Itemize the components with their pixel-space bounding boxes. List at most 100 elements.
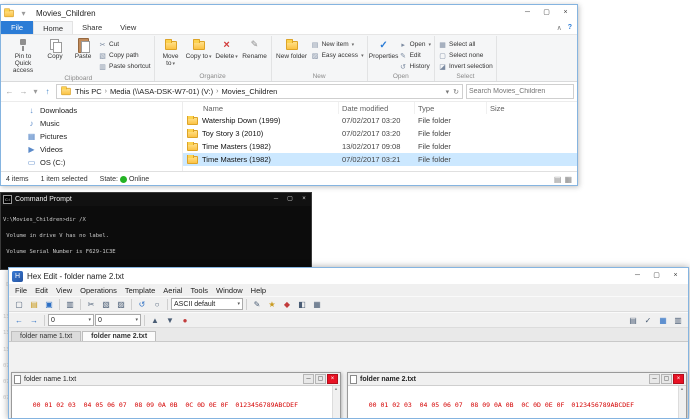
print-icon[interactable]: ▥ (63, 298, 77, 311)
up-icon[interactable]: ↑ (42, 87, 53, 96)
find-icon[interactable]: ○ (150, 298, 164, 311)
recent-locations-dropdown-icon[interactable]: ▾ (32, 87, 39, 96)
hexedit-titlebar[interactable]: H Hex Edit - folder name 2.txt ─ ▢ × (9, 268, 688, 284)
decimal-offset-field[interactable]: 0 ▾ (95, 314, 141, 326)
copy-to-button[interactable]: Copy to▾ (186, 36, 212, 61)
column-header-type[interactable]: Type (415, 102, 487, 114)
tab-view[interactable]: View (111, 21, 145, 34)
delete-button[interactable]: × Delete▾ (214, 36, 240, 61)
undo-icon[interactable]: ↺ (135, 298, 149, 311)
history-button[interactable]: ↺ History (399, 62, 431, 71)
details-view-button[interactable]: ▤ (554, 175, 562, 184)
tab-home[interactable]: Home (33, 21, 74, 34)
child-close-button[interactable]: × (673, 374, 684, 384)
properties-button[interactable]: ✓ Properties (369, 36, 399, 61)
sidebar-item-videos[interactable]: ▶ Videos (1, 143, 182, 156)
menu-operations[interactable]: Operations (76, 286, 121, 295)
hex-editor-area[interactable]: 00 01 02 03 04 05 06 07 08 09 0A 0B 0C 0… (348, 386, 686, 418)
pin-to-quick-access-button[interactable]: Pin to Quick access (6, 36, 40, 74)
rename-button[interactable]: ✎ Rename (242, 36, 268, 60)
cut-button[interactable]: ✂ Cut (98, 40, 151, 49)
minimize-button[interactable]: ─ (269, 193, 283, 206)
close-button[interactable]: × (556, 6, 575, 20)
breadcrumb-item-this-pc[interactable]: This PC (75, 87, 102, 96)
file-row-selected[interactable]: Time Masters (1982) 07/02/2017 03:21 Fil… (183, 153, 577, 166)
document-tab-2[interactable]: folder name 2.txt (82, 331, 157, 341)
charset-select[interactable]: ASCII default ▾ (171, 298, 243, 310)
menu-tools[interactable]: Tools (186, 286, 212, 295)
close-button[interactable]: × (666, 269, 685, 283)
select-all-button[interactable]: ▦ Select all (438, 40, 493, 49)
easy-access-button[interactable]: ▨ Easy access ▾ (311, 51, 364, 60)
nav-back-icon[interactable]: ← (12, 314, 26, 327)
move-to-button[interactable]: Move to▾ (158, 36, 184, 68)
file-row[interactable]: Watership Down (1999) 07/02/2017 03:20 F… (183, 114, 577, 127)
menu-edit[interactable]: Edit (31, 286, 52, 295)
child-titlebar[interactable]: folder name 2.txt ─ ▢ × (348, 373, 686, 386)
child-close-button[interactable]: × (327, 374, 338, 384)
hex-editor-area[interactable]: 00 01 02 03 04 05 06 07 08 09 0A 0B 0C 0… (12, 386, 340, 418)
scrollbar[interactable] (332, 386, 340, 418)
minimize-button[interactable]: ─ (518, 6, 537, 20)
help-icon[interactable]: ? (568, 24, 572, 31)
sidebar-item-os-c[interactable]: ▭ OS (C:) (1, 156, 182, 169)
file-row[interactable]: Toy Story 3 (2010) 07/02/2017 03:20 File… (183, 127, 577, 140)
bookmark-prev-icon[interactable]: ▲ (148, 314, 162, 327)
menu-view[interactable]: View (52, 286, 76, 295)
document-tab-1[interactable]: folder name 1.txt (11, 331, 82, 341)
back-icon[interactable]: ← (4, 87, 15, 96)
grid-view-icon[interactable]: ▦ (310, 298, 324, 311)
file-tab[interactable]: File (1, 21, 34, 34)
column-header-date-modified[interactable]: Date modified (339, 102, 415, 114)
maximize-button[interactable]: ▢ (283, 193, 297, 206)
child-maximize-button[interactable]: ▢ (315, 374, 326, 384)
new-folder-button[interactable]: New folder (275, 36, 309, 60)
paste-shortcut-button[interactable]: ▥ Paste shortcut (98, 62, 150, 71)
menu-template[interactable]: Template (121, 286, 159, 295)
child-maximize-button[interactable]: ▢ (661, 374, 672, 384)
column-header-name[interactable]: Name (183, 102, 339, 114)
column-header-size[interactable]: Size (487, 102, 577, 114)
child-titlebar[interactable]: folder name 1.txt ─ ▢ × (12, 373, 340, 386)
paste-button[interactable]: Paste (70, 36, 96, 60)
child-minimize-button[interactable]: ─ (649, 374, 660, 384)
tab-share[interactable]: Share (73, 21, 111, 34)
menu-aerial[interactable]: Aerial (159, 286, 186, 295)
select-none-button[interactable]: ▢ Select none (438, 51, 493, 60)
maximize-button[interactable]: ▢ (537, 6, 556, 20)
sidebar-item-downloads[interactable]: ↓ Downloads (1, 104, 182, 117)
search-input[interactable] (469, 88, 571, 95)
edit-button[interactable]: ✎ Edit (399, 51, 431, 60)
sidebar-item-pictures[interactable]: ▦ Pictures (1, 130, 182, 143)
quick-access-dropdown-icon[interactable]: ▾ (18, 9, 29, 18)
minimize-button[interactable]: ─ (628, 269, 647, 283)
menu-file[interactable]: File (11, 286, 31, 295)
file-row[interactable]: Time Masters (1982) 13/02/2017 09:08 Fil… (183, 140, 577, 153)
cmd-titlebar[interactable]: C:\ Command Prompt ─ ▢ × (1, 193, 311, 206)
open-button[interactable]: ▸ Open ▾ (399, 40, 431, 49)
menu-help[interactable]: Help (247, 286, 270, 295)
new-file-icon[interactable]: ▢ (12, 298, 26, 311)
compare-icon[interactable]: ▤ (626, 314, 640, 327)
split-view-icon[interactable]: ◧ (295, 298, 309, 311)
forward-icon[interactable]: → (18, 87, 29, 96)
menu-window[interactable]: Window (212, 286, 247, 295)
properties-icon[interactable]: ▥ (671, 314, 685, 327)
bookmark-next-icon[interactable]: ▼ (163, 314, 177, 327)
checksum-icon[interactable]: ✓ (641, 314, 655, 327)
maximize-button[interactable]: ▢ (647, 269, 666, 283)
copy-button[interactable]: Copy (42, 36, 68, 60)
explorer-titlebar[interactable]: ▾ Movies_Children ─ ▢ × (1, 5, 577, 21)
open-file-icon[interactable]: ▤ (27, 298, 41, 311)
paste-icon[interactable]: ▨ (114, 298, 128, 311)
sidebar-item-music[interactable]: ♪ Music (1, 117, 182, 130)
search-box[interactable] (466, 84, 574, 99)
copy-path-button[interactable]: ▧ Copy path (98, 51, 151, 60)
copy-icon[interactable]: ▧ (99, 298, 113, 311)
nav-forward-icon[interactable]: → (27, 314, 41, 327)
breadcrumb-item-drive[interactable]: Media (\\ASA-DSK-W7-01) (V:) (110, 87, 213, 96)
save-icon[interactable]: ▣ (42, 298, 56, 311)
child-minimize-button[interactable]: ─ (303, 374, 314, 384)
breadcrumb[interactable]: This PC › Media (\\ASA-DSK-W7-01) (V:) ›… (56, 84, 463, 99)
collapse-ribbon-icon[interactable]: ∧ (557, 24, 562, 32)
